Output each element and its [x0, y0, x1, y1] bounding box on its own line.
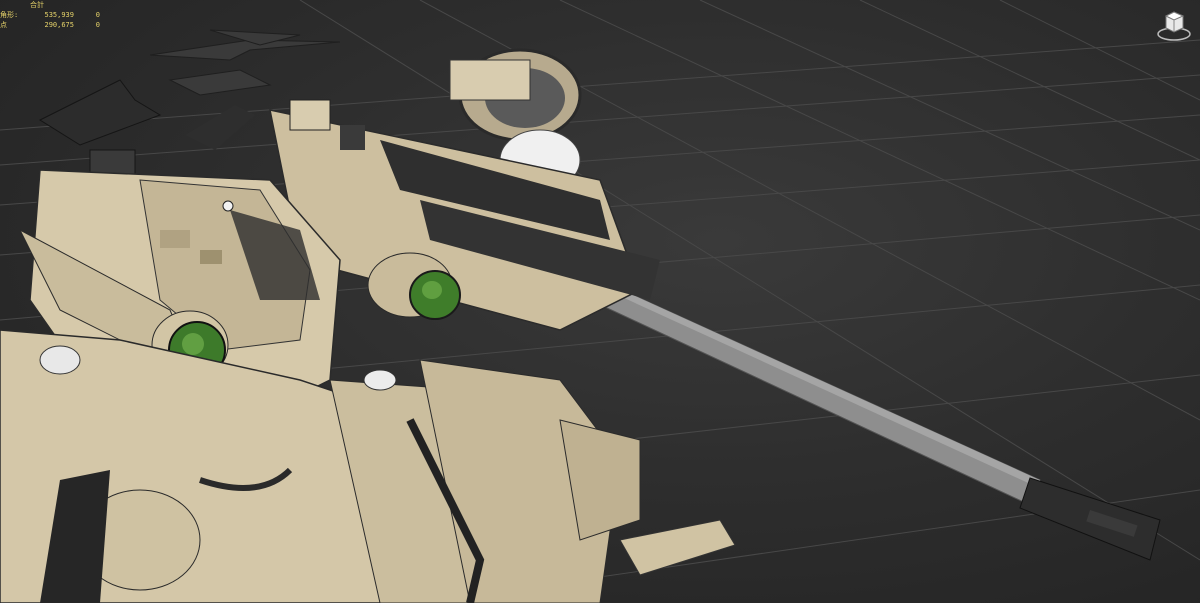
cannon-barrel: [589, 279, 1161, 561]
stats-row-verts: 点 290,675 0: [0, 20, 100, 30]
stats-row-polys: 角形: 535,939 0: [0, 10, 100, 20]
stats-total: 535,939: [44, 11, 74, 19]
mech-model-render: [0, 0, 1200, 603]
antenna-part: [185, 105, 255, 150]
viewcube-icon[interactable]: [1156, 6, 1192, 42]
3d-viewport[interactable]: 合計 角形: 535,939 0 点 290,675 0: [0, 0, 1200, 603]
stats-selected: 0: [95, 21, 100, 29]
lower-body: [0, 329, 736, 603]
stats-header: 合計: [30, 1, 44, 9]
drone-left: [38, 79, 162, 186]
stats-total: 290,675: [44, 21, 74, 29]
drone-top: [149, 29, 341, 96]
stats-selected: 0: [95, 11, 100, 19]
stats-label: 点: [0, 21, 7, 29]
scene-statistics-overlay: 合計 角形: 535,939 0 点 290,675 0: [0, 0, 100, 30]
stats-label: 角形:: [0, 11, 19, 19]
